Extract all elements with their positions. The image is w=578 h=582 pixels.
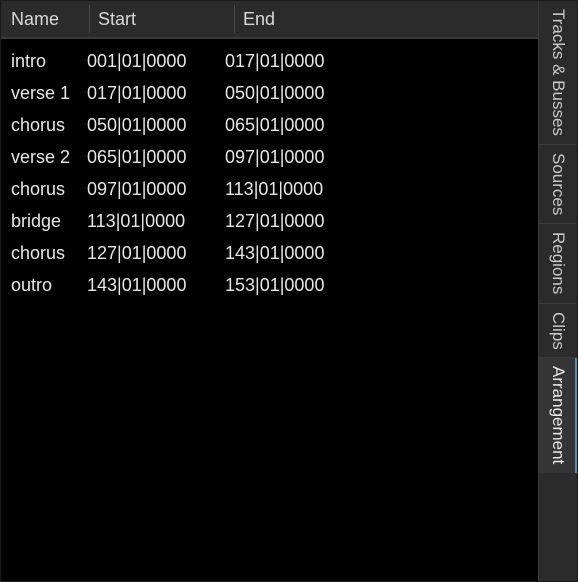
table-row[interactable]: chorus097|01|0000113|01|0000 bbox=[1, 173, 538, 205]
header-name[interactable]: Name bbox=[11, 9, 89, 30]
arrangement-panel: Name Start End intro001|01|0000017|01|00… bbox=[1, 1, 538, 581]
cell-end: 113|01|0000 bbox=[225, 179, 538, 200]
table-row[interactable]: verse 2065|01|0000097|01|0000 bbox=[1, 141, 538, 173]
table-row[interactable]: bridge113|01|0000127|01|0000 bbox=[1, 205, 538, 237]
cell-end: 127|01|0000 bbox=[225, 211, 538, 232]
cell-end: 097|01|0000 bbox=[225, 147, 538, 168]
cell-end: 017|01|0000 bbox=[225, 51, 538, 72]
tab-tracks-busses[interactable]: Tracks & Busses bbox=[539, 1, 577, 145]
cell-start: 050|01|0000 bbox=[87, 115, 225, 136]
header-start[interactable]: Start bbox=[90, 9, 234, 30]
table-row[interactable]: outro143|01|0000153|01|0000 bbox=[1, 269, 538, 301]
cell-start: 065|01|0000 bbox=[87, 147, 225, 168]
tab-sources[interactable]: Sources bbox=[539, 145, 577, 224]
tab-clips[interactable]: Clips bbox=[539, 304, 577, 359]
cell-start: 097|01|0000 bbox=[87, 179, 225, 200]
cell-end: 065|01|0000 bbox=[225, 115, 538, 136]
cell-name: bridge bbox=[11, 211, 87, 232]
table-header: Name Start End bbox=[1, 1, 538, 39]
header-end[interactable]: End bbox=[235, 9, 538, 30]
tab-arrangement[interactable]: Arrangement bbox=[539, 358, 577, 472]
table-row[interactable]: chorus127|01|0000143|01|0000 bbox=[1, 237, 538, 269]
cell-start: 001|01|0000 bbox=[87, 51, 225, 72]
table-row[interactable]: intro001|01|0000017|01|0000 bbox=[1, 45, 538, 77]
cell-name: verse 1 bbox=[11, 83, 87, 104]
app-frame: Name Start End intro001|01|0000017|01|00… bbox=[0, 0, 578, 582]
cell-name: outro bbox=[11, 275, 87, 296]
table-body: intro001|01|0000017|01|0000verse 1017|01… bbox=[1, 39, 538, 581]
cell-name: chorus bbox=[11, 115, 87, 136]
cell-name: chorus bbox=[11, 243, 87, 264]
cell-start: 113|01|0000 bbox=[87, 211, 225, 232]
cell-name: verse 2 bbox=[11, 147, 87, 168]
cell-end: 050|01|0000 bbox=[225, 83, 538, 104]
cell-start: 143|01|0000 bbox=[87, 275, 225, 296]
cell-start: 127|01|0000 bbox=[87, 243, 225, 264]
cell-name: chorus bbox=[11, 179, 87, 200]
cell-end: 143|01|0000 bbox=[225, 243, 538, 264]
table-row[interactable]: chorus050|01|0000065|01|0000 bbox=[1, 109, 538, 141]
cell-start: 017|01|0000 bbox=[87, 83, 225, 104]
tab-regions[interactable]: Regions bbox=[539, 224, 577, 303]
side-tabs: Tracks & BussesSourcesRegionsClipsArrang… bbox=[538, 1, 577, 581]
cell-name: intro bbox=[11, 51, 87, 72]
table-row[interactable]: verse 1017|01|0000050|01|0000 bbox=[1, 77, 538, 109]
cell-end: 153|01|0000 bbox=[225, 275, 538, 296]
